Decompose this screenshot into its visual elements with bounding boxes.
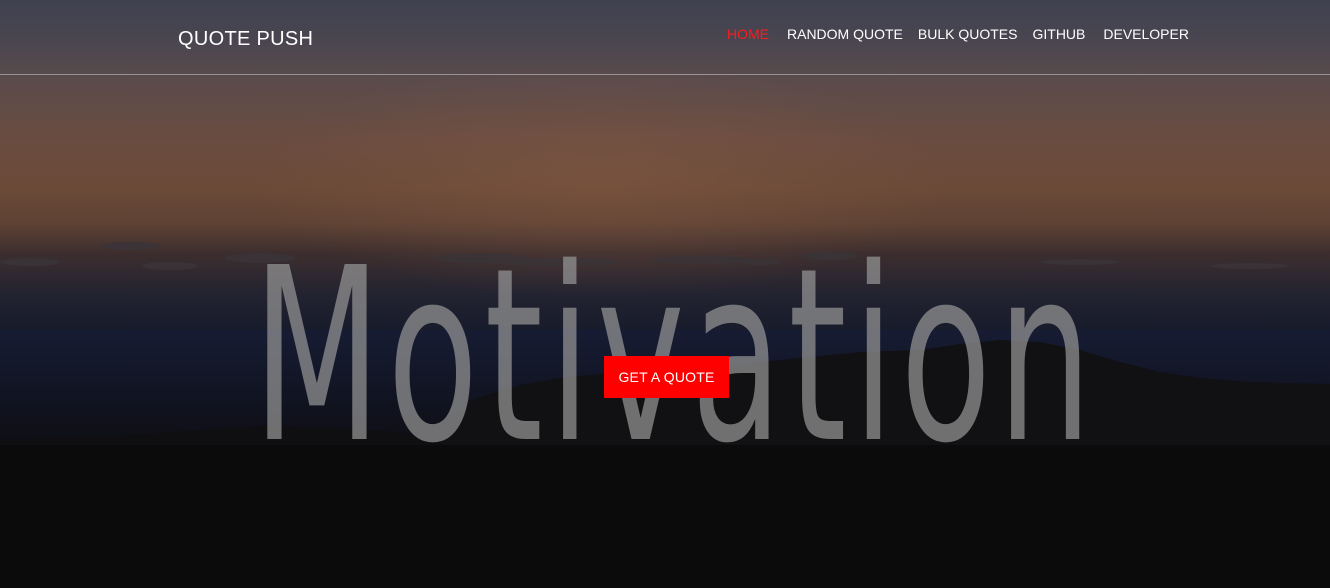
nav-item-github[interactable]: GITHUB <box>1032 26 1085 42</box>
nav-item-bulk-quotes[interactable]: BULK QUOTES <box>918 26 1018 42</box>
hero-section: Motivation QUOTE PUSH HOME RANDOM QUOTE … <box>0 0 1330 588</box>
nav-item-home[interactable]: HOME <box>727 26 769 42</box>
navbar: QUOTE PUSH HOME RANDOM QUOTE BULK QUOTES… <box>0 0 1330 75</box>
brand-logo-text[interactable]: QUOTE PUSH <box>178 28 313 51</box>
main-nav: HOME RANDOM QUOTE BULK QUOTES GITHUB DEV… <box>727 26 1189 42</box>
nav-item-developer[interactable]: DEVELOPER <box>1103 26 1189 42</box>
nav-item-random-quote[interactable]: RANDOM QUOTE <box>787 26 903 42</box>
get-a-quote-button[interactable]: GET A QUOTE <box>604 356 729 398</box>
